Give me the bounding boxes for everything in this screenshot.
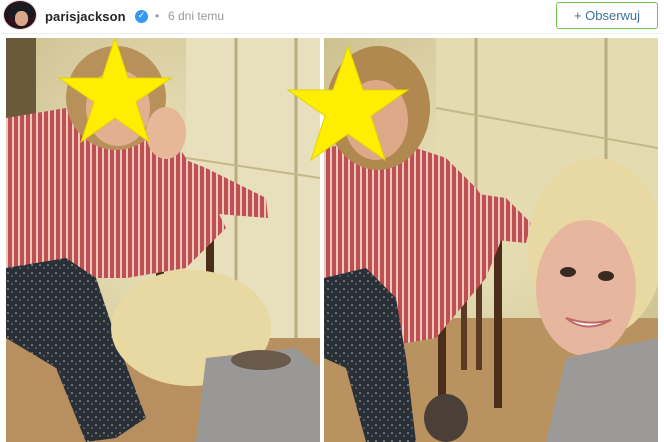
post-timestamp[interactable]: 6 dni temu: [168, 9, 224, 23]
verified-badge-icon: ✓: [135, 10, 148, 23]
dot-separator: •: [155, 9, 160, 23]
post-image[interactable]: [6, 38, 658, 442]
avatar[interactable]: [3, 0, 37, 30]
left-photo: [6, 38, 321, 442]
post-header: parisjackson ✓ • 6 dni temu + Obserwuj: [0, 0, 664, 34]
right-photo: [286, 38, 658, 442]
follow-button[interactable]: + Obserwuj: [556, 2, 658, 29]
username-link[interactable]: parisjackson: [45, 9, 126, 24]
